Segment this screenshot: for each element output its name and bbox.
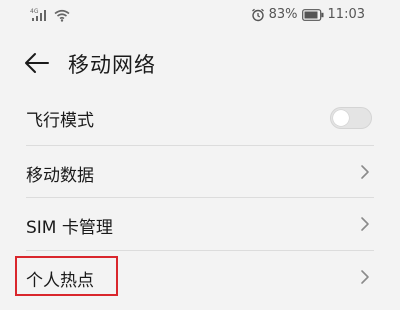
battery-percent: 83% (268, 7, 298, 22)
airplane-mode-toggle[interactable] (330, 107, 372, 129)
settings-item-label: 飞行模式 (26, 111, 94, 131)
status-bar-left: 4G (30, 8, 70, 22)
arrow-left-icon (22, 53, 52, 82)
settings-item-sim-management[interactable]: SIM 卡管理 (0, 198, 400, 252)
clock-time: 11:03 (327, 7, 365, 22)
alarm-icon (251, 8, 265, 22)
settings-item-airplane-mode[interactable]: 飞行模式 (0, 91, 400, 145)
chevron-right-icon (360, 269, 370, 285)
page-title: 移动网络 (68, 53, 156, 77)
status-bar-right: 83% 11:03 (251, 7, 365, 22)
settings-item-label: 移动数据 (26, 166, 94, 186)
chevron-right-icon (360, 216, 370, 232)
wifi-icon (54, 9, 70, 22)
back-button[interactable] (22, 48, 52, 78)
settings-item-label: SIM 卡管理 (26, 218, 113, 238)
signal-type-label: 4G (30, 8, 39, 15)
battery-icon (301, 8, 324, 21)
signal-icon: 4G (30, 8, 50, 22)
toggle-knob (333, 110, 349, 126)
page-header: 移动网络 (0, 38, 400, 88)
chevron-right-icon (360, 164, 370, 180)
settings-item-label: 个人热点 (26, 271, 94, 291)
status-bar: 4G 83% 11:03 (0, 0, 400, 30)
settings-item-mobile-data[interactable]: 移动数据 (0, 146, 400, 200)
settings-item-personal-hotspot[interactable]: 个人热点 (0, 251, 400, 305)
